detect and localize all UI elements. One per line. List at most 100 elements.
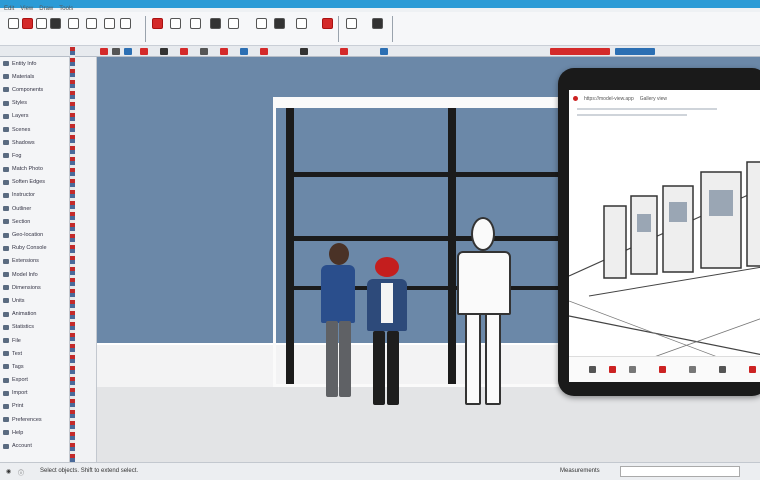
tape-icon[interactable] (190, 18, 201, 29)
back-icon[interactable] (589, 366, 596, 373)
section-icon[interactable] (372, 18, 383, 29)
menu-icon[interactable] (719, 366, 726, 373)
wireframe-icon[interactable] (124, 48, 132, 55)
tray-item[interactable]: File (0, 334, 69, 347)
tray-icon (3, 166, 9, 172)
measurements-input[interactable] (620, 466, 740, 477)
tray-item[interactable]: Animation (0, 308, 69, 321)
shaded-icon[interactable] (140, 48, 148, 55)
tray-icon (3, 390, 9, 396)
paint-icon[interactable] (228, 18, 239, 29)
tray-item[interactable]: Styles (0, 97, 69, 110)
tray-item[interactable]: Section (0, 215, 69, 228)
tray-item[interactable]: Dimensions (0, 281, 69, 294)
line-icon[interactable] (36, 18, 47, 29)
tray-item[interactable]: Components (0, 83, 69, 96)
front-view-icon[interactable] (240, 48, 248, 55)
tray-item[interactable]: Fog (0, 149, 69, 162)
tray-item[interactable]: Shadows (0, 136, 69, 149)
tray-item[interactable]: Outliner (0, 202, 69, 215)
tray-item[interactable]: Soften Edges (0, 176, 69, 189)
tablet-toolbar (569, 356, 760, 382)
layer-icon[interactable] (380, 48, 388, 55)
window-frame (273, 97, 576, 387)
person-figure-1[interactable] (319, 243, 359, 403)
secondary-toolbar (0, 46, 760, 57)
tray-item[interactable]: Geo-location (0, 228, 69, 241)
status-bar: ◉ ⓘ Select objects. Shift to extend sele… (0, 462, 760, 480)
rotate-icon[interactable] (120, 18, 131, 29)
tray-item[interactable]: Preferences (0, 413, 69, 426)
vertical-ruler (75, 57, 97, 462)
tray-item[interactable]: Layers (0, 110, 69, 123)
bookmark-icon[interactable] (629, 366, 636, 373)
arc-icon[interactable] (50, 18, 61, 29)
tray-icon (3, 272, 9, 278)
pan-icon[interactable] (274, 18, 285, 29)
select-icon[interactable] (8, 18, 19, 29)
record-icon[interactable] (749, 366, 756, 373)
offset-icon[interactable] (170, 18, 181, 29)
tray-item[interactable]: Units (0, 294, 69, 307)
camera-icon[interactable] (322, 18, 333, 29)
default-tray: Entity Info Materials Components Styles … (0, 57, 70, 462)
tray-icon (3, 377, 9, 383)
top-view-icon[interactable] (220, 48, 228, 55)
floor-plane (97, 387, 760, 462)
iso-icon[interactable] (200, 48, 208, 55)
walk-icon[interactable] (346, 18, 357, 29)
tray-item[interactable]: Help (0, 426, 69, 439)
zoom-icon[interactable] (296, 18, 307, 29)
tray-item[interactable]: Materials (0, 70, 69, 83)
scene-tab[interactable] (550, 48, 610, 55)
xray-icon[interactable] (112, 48, 120, 55)
tray-item[interactable]: Instructor (0, 189, 69, 202)
tablet-screen[interactable]: https://model-view.app Gallery view (569, 90, 760, 382)
tab-close-icon[interactable] (573, 96, 578, 101)
eraser-icon[interactable] (22, 18, 33, 29)
tray-icon (3, 179, 9, 185)
tray-item[interactable]: Account (0, 439, 69, 452)
tray-icon (3, 285, 9, 291)
textured-icon[interactable] (160, 48, 168, 55)
home-icon[interactable] (659, 366, 666, 373)
pushpull-icon[interactable] (86, 18, 97, 29)
tray-item[interactable]: Text (0, 347, 69, 360)
tray-icon (3, 417, 9, 423)
tray-item[interactable]: Scenes (0, 123, 69, 136)
scale-icon[interactable] (152, 18, 163, 29)
tabs-icon[interactable] (689, 366, 696, 373)
text-icon[interactable] (210, 18, 221, 29)
tray-item[interactable]: Export (0, 374, 69, 387)
tray-item[interactable]: Entity Info (0, 57, 69, 70)
tray-icon (3, 403, 9, 409)
tray-item[interactable]: Tags (0, 360, 69, 373)
shape-icon[interactable] (68, 18, 79, 29)
style-icon[interactable] (100, 48, 108, 55)
person-figure-3[interactable] (455, 217, 513, 409)
tray-icon (3, 298, 9, 304)
scene-tab-2[interactable] (615, 48, 655, 55)
tray-item[interactable]: Ruby Console (0, 242, 69, 255)
tablet-device: https://model-view.app Gallery view (558, 68, 760, 396)
person-figure-2[interactable] (365, 257, 409, 411)
move-icon[interactable] (104, 18, 115, 29)
tablet-address-bar[interactable]: https://model-view.app Gallery view (573, 94, 758, 103)
credits-icon[interactable]: ⓘ (18, 468, 24, 477)
tray-icon (3, 87, 9, 93)
tray-item[interactable]: Statistics (0, 321, 69, 334)
monochrome-icon[interactable] (180, 48, 188, 55)
geo-icon[interactable]: ◉ (6, 468, 11, 475)
orbit-icon[interactable] (256, 18, 267, 29)
left-view-icon[interactable] (340, 48, 348, 55)
share-icon[interactable] (609, 366, 616, 373)
tray-icon (3, 364, 9, 370)
tray-item[interactable]: Print (0, 400, 69, 413)
tray-item[interactable]: Model Info (0, 268, 69, 281)
right-view-icon[interactable] (260, 48, 268, 55)
back-view-icon[interactable] (300, 48, 308, 55)
tray-item[interactable]: Match Photo (0, 163, 69, 176)
tray-icon (3, 443, 9, 449)
tray-item[interactable]: Extensions (0, 255, 69, 268)
tray-item[interactable]: Import (0, 387, 69, 400)
